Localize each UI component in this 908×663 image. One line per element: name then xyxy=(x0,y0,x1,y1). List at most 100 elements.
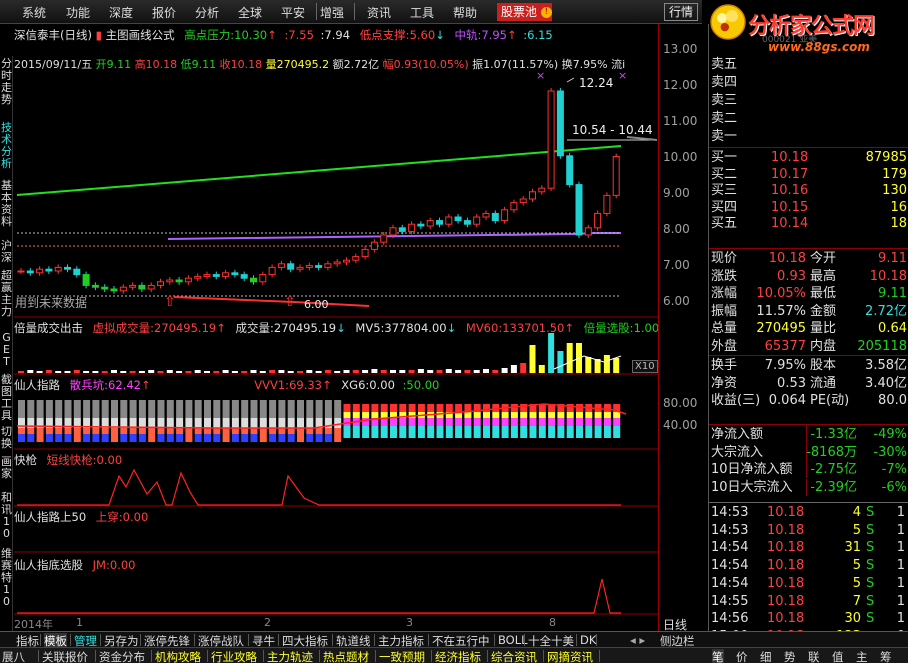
volume-bar xyxy=(222,370,229,373)
xrl-bar xyxy=(194,428,202,434)
info-tab[interactable]: 经济指标 xyxy=(435,649,481,663)
xrl-bar xyxy=(73,400,81,418)
kline-chart-area[interactable]: 深信泰丰(日线) ▮ 主图画线公式 高点压力:10.30↑ :7.55 :7.9… xyxy=(14,24,659,631)
scale-tick: 80.00 xyxy=(663,396,698,410)
nav-screenshot[interactable]: 截图工具 xyxy=(0,374,13,422)
xrl-bar xyxy=(334,400,342,418)
xrl-bar xyxy=(213,434,221,442)
stat-label: 内盘 xyxy=(810,338,837,354)
candle-body xyxy=(463,220,471,225)
flow-value: -8168万 xyxy=(806,444,857,460)
panel-tab[interactable]: 主 xyxy=(856,649,868,663)
zoom-x10-button[interactable]: X10 xyxy=(632,360,658,373)
mv60-value: 133701.50 xyxy=(502,321,565,335)
tick-price: 10.18 xyxy=(767,558,805,574)
menu-item-analysis[interactable]: 分析 xyxy=(195,4,219,21)
menu-item-system[interactable]: 系统 xyxy=(22,4,46,21)
order-buy-row: 买二 10.17 179 xyxy=(709,166,908,183)
menu-item-global[interactable]: 全球 xyxy=(238,4,262,21)
tick-price: 10.18 xyxy=(767,505,805,520)
volume-bar xyxy=(408,370,415,373)
candle-body xyxy=(175,279,183,283)
xrl-bar xyxy=(483,418,490,426)
stat-label: 收益(三) xyxy=(711,393,761,408)
tick-count: 1 xyxy=(896,575,905,591)
panel-tab[interactable]: 笔 xyxy=(712,649,724,663)
xrl-bar xyxy=(455,426,463,438)
nav-chaoying[interactable]: 超赢主力 xyxy=(0,270,13,318)
xrl-bar xyxy=(594,426,602,438)
xrl-bar xyxy=(520,412,528,418)
info-tab[interactable]: 行业攻略 xyxy=(211,649,257,663)
menu-item-quote[interactable]: 报价 xyxy=(152,4,176,21)
info-tab[interactable]: 综合资讯 xyxy=(491,649,537,663)
menu-item-depth[interactable]: 深度 xyxy=(109,4,133,21)
menu-item-function[interactable]: 功能 xyxy=(66,4,90,21)
nav-hushen[interactable]: 沪深 xyxy=(0,240,13,264)
xrl-bar xyxy=(464,418,472,426)
kq-indicator-name[interactable]: 快枪 xyxy=(14,453,37,467)
panel-tab[interactable]: 势 xyxy=(784,649,796,663)
xr50-indicator-name[interactable]: 仙人指路上50 xyxy=(14,510,86,524)
xrl-bar xyxy=(445,426,453,438)
info-tab[interactable]: 机构攻略 xyxy=(155,649,201,663)
info-tab[interactable]: 资金分布 xyxy=(99,649,145,663)
panel-tab[interactable]: 细 xyxy=(760,649,772,663)
menu-item-help[interactable]: 帮助 xyxy=(453,4,477,21)
xrl-bar xyxy=(603,404,611,412)
info-tab[interactable]: 一致预期 xyxy=(379,649,425,663)
panel-tab[interactable]: 联 xyxy=(808,649,820,663)
xrl-bar xyxy=(213,400,221,418)
info-tab[interactable]: 热点题材 xyxy=(323,649,369,663)
xrl-indicator-name[interactable]: 仙人指路 xyxy=(14,378,60,392)
panel-tab[interactable]: 价 xyxy=(736,649,748,663)
menu-item-news[interactable]: 资讯 xyxy=(367,4,391,21)
volume-bar xyxy=(343,370,350,373)
volume-bar xyxy=(548,333,555,373)
indicator-tab[interactable]: DK xyxy=(580,633,596,647)
xrl-bar xyxy=(483,412,490,418)
vol-indicator-name[interactable]: 倍量成交出击 xyxy=(14,321,83,335)
stock-pool-button[interactable]: 股票池 ! xyxy=(497,3,552,21)
sell-level-label: 卖四 xyxy=(711,75,738,90)
candle-body xyxy=(426,220,434,227)
nav-hexun[interactable]: 和讯10 xyxy=(0,492,13,540)
info-tab[interactable]: 主力轨迹 xyxy=(267,649,313,663)
tab-scroll-arrows[interactable]: ◂ ▸ xyxy=(630,633,645,647)
candle-body xyxy=(157,281,164,286)
nav-switch[interactable]: 切换 xyxy=(0,426,13,450)
nav-weisaite[interactable]: 维赛特10 xyxy=(0,548,13,608)
nav-technical[interactable]: 技术分析 xyxy=(0,122,13,170)
menu-item-tools[interactable]: 工具 xyxy=(410,4,434,21)
xrd-value: 0.00 xyxy=(109,558,136,572)
candle-body xyxy=(603,194,611,214)
stat-row: 收益(三) 0.064 PE(动) 80.0 xyxy=(709,392,908,409)
info-tab[interactable]: 展八 xyxy=(2,649,25,663)
quote-button[interactable]: 行情 xyxy=(664,3,698,21)
candle-body xyxy=(398,227,406,232)
info-tab[interactable]: 关联报价 xyxy=(42,649,88,663)
panel-tab[interactable]: 值 xyxy=(832,649,844,663)
xrl-bar xyxy=(557,418,565,426)
info-tab[interactable]: 网摘资讯 xyxy=(547,649,593,663)
tick-count: 1 xyxy=(896,522,905,538)
xrd-indicator-name[interactable]: 仙人指底选股 xyxy=(14,558,83,572)
xrl-bar xyxy=(557,412,565,418)
flow-label: 净流入额 xyxy=(711,427,764,442)
menu-item-enhance[interactable]: 增强 xyxy=(320,4,344,21)
xrl-bar xyxy=(222,418,230,428)
candle-body xyxy=(482,212,490,218)
nav-intraday[interactable]: 分时走势 xyxy=(0,58,13,106)
price-scale: 13.00 12.00 11.00 10.00 9.00 8.00 7.00 6… xyxy=(658,24,708,632)
nav-fundamentals[interactable]: 基本资料 xyxy=(0,180,13,228)
candle-body xyxy=(110,288,118,292)
nav-painter[interactable]: 画家 xyxy=(0,456,13,480)
volume-bar xyxy=(473,370,480,373)
buy-price: 10.18 xyxy=(771,150,809,165)
nav-get[interactable]: GET xyxy=(0,332,13,368)
xrl-bar xyxy=(73,428,81,434)
panel-tab[interactable]: 筹 xyxy=(880,649,892,663)
xrl-bar xyxy=(334,418,342,428)
menu-item-pingan[interactable]: 平安 xyxy=(281,4,305,21)
xrl-bar xyxy=(166,418,174,428)
